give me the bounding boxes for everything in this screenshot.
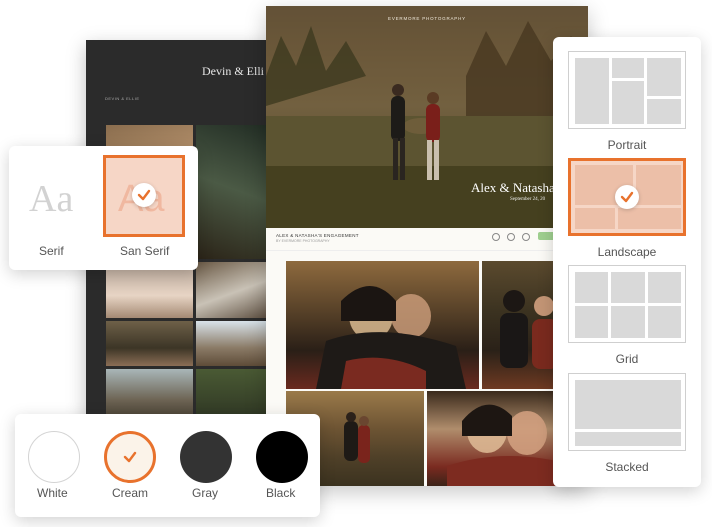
color-swatch-white[interactable]	[28, 431, 80, 483]
font-option-san-serif[interactable]: Aa	[103, 155, 185, 237]
color-picker: White Cream Gray Black	[15, 414, 320, 517]
gallery-header-subtitle: BY EVERMORE PHOTOGRAPHY	[276, 239, 330, 243]
layout-option-grid[interactable]	[568, 265, 686, 343]
color-label: White	[37, 486, 68, 500]
layout-label: Stacked	[605, 460, 649, 474]
layout-picker: Portrait Landscape Grid Stacked	[553, 37, 701, 487]
dark-gallery-title: Devin & Elli	[202, 64, 264, 78]
color-label: Gray	[192, 486, 219, 500]
color-swatch-cream[interactable]	[104, 431, 156, 483]
layout-label: Grid	[615, 352, 639, 366]
font-picker: Aa Serif Aa San Serif	[9, 146, 198, 270]
heart-icon[interactable]	[492, 233, 500, 241]
color-label: Black	[266, 486, 296, 500]
layout-option-stacked[interactable]	[568, 373, 686, 451]
check-icon	[118, 445, 142, 469]
hero-date: September 24, 20	[510, 197, 546, 202]
hero-photo: EVERMORE PHOTOGRAPHY Alex & Natasha Sept…	[266, 6, 588, 228]
hero-couple-name: Alex & Natasha	[471, 180, 555, 195]
color-label: Cream	[112, 486, 149, 500]
font-sample: Aa	[29, 178, 74, 220]
layout-option-landscape[interactable]	[568, 158, 686, 236]
gallery-photo	[106, 321, 193, 366]
share-icon[interactable]	[522, 233, 530, 241]
font-option-label: Serif	[39, 244, 64, 258]
hero-brand: EVERMORE PHOTOGRAPHY	[388, 16, 466, 21]
check-icon	[615, 185, 639, 209]
layout-option-portrait[interactable]	[568, 51, 686, 129]
check-icon	[132, 183, 156, 207]
dark-gallery-subtitle: DEVIN & ELLIE	[105, 96, 140, 101]
gallery-photo	[286, 261, 479, 389]
layout-label: Portrait	[607, 138, 647, 152]
gallery-photo	[106, 262, 193, 318]
color-swatch-gray[interactable]	[180, 431, 232, 483]
gallery-header: ALEX & NATASHA'S ENGAGEMENT BY EVERMORE …	[266, 228, 588, 251]
layout-label: Landscape	[597, 245, 657, 259]
couple-silhouette	[316, 286, 466, 389]
gallery-header-title: ALEX & NATASHA'S ENGAGEMENT	[276, 233, 359, 238]
font-option-serif[interactable]: Aa	[17, 155, 99, 237]
color-swatch-black[interactable]	[256, 431, 308, 483]
comment-icon[interactable]	[507, 233, 515, 241]
font-option-label: San Serif	[120, 244, 170, 258]
